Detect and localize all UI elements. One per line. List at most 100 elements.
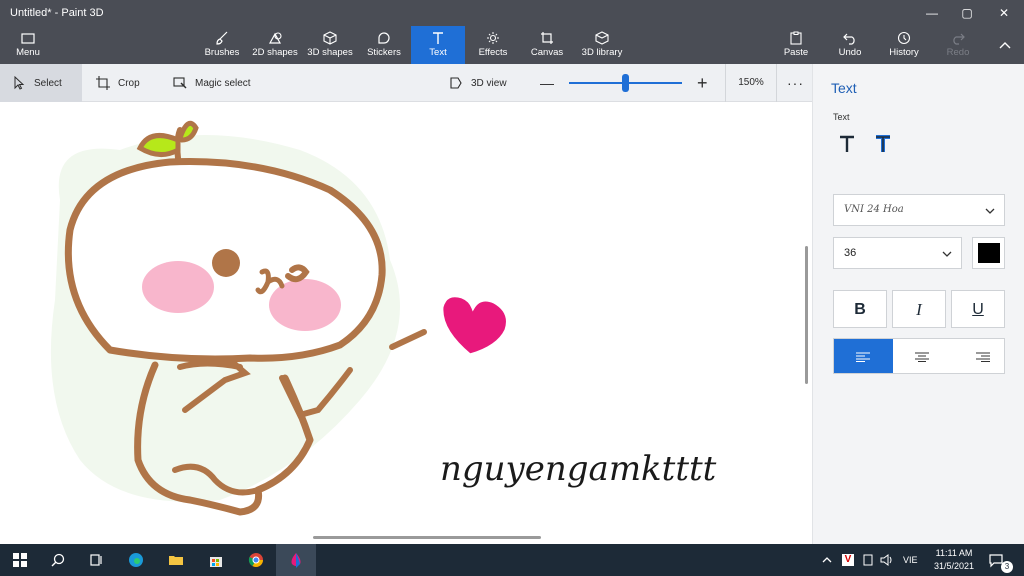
show-hidden-icons-button[interactable]: [822, 544, 832, 576]
collapse-ribbon-button[interactable]: [992, 26, 1018, 64]
volume-button[interactable]: [880, 544, 894, 576]
2d-text-button[interactable]: [837, 134, 861, 156]
horizontal-scrollbar[interactable]: [313, 536, 541, 539]
file-explorer-button[interactable]: [156, 544, 196, 576]
doodle-drawing[interactable]: nguyengamktttt: [0, 102, 812, 544]
tool-effects[interactable]: Effects: [474, 26, 512, 64]
maximize-button[interactable]: ▢: [957, 4, 977, 22]
text-color-button[interactable]: [972, 237, 1005, 269]
window-title: Untitled* - Paint 3D: [10, 7, 104, 19]
chevron-down-icon: [985, 208, 995, 214]
bold-button[interactable]: B: [833, 290, 887, 328]
store-icon: [210, 557, 222, 567]
folder-icon: [169, 556, 183, 565]
magic-select-button[interactable]: Magic select: [173, 64, 251, 102]
device-icon: [863, 554, 873, 566]
zoom-out-button[interactable]: —: [540, 64, 554, 102]
input-language-button[interactable]: VIE: [903, 544, 918, 576]
italic-button[interactable]: I: [892, 290, 946, 328]
align-center-button[interactable]: [893, 339, 950, 373]
tool-brushes[interactable]: Brushes: [202, 26, 242, 64]
edge-icon: [129, 553, 143, 567]
tray-device-button[interactable]: [862, 544, 874, 576]
color-swatch: [978, 243, 1000, 263]
heart-shape: [440, 294, 509, 357]
notifications-button[interactable]: 3: [988, 544, 1014, 576]
cube-icon: [323, 31, 337, 45]
font-size-select[interactable]: 36: [833, 237, 962, 269]
undo-button[interactable]: Undo: [834, 26, 866, 64]
store-app-button[interactable]: [196, 544, 236, 576]
clipboard-icon: [790, 31, 802, 45]
zoom-in-button[interactable]: +: [697, 64, 708, 102]
undo-icon: [843, 33, 855, 45]
sticker-icon: [378, 32, 390, 44]
tool-2d-shapes[interactable]: 2D shapes: [252, 26, 298, 64]
search-button[interactable]: [38, 544, 78, 576]
redo-button[interactable]: Redo: [942, 26, 974, 64]
windows-icon: [13, 553, 27, 567]
chevron-up-icon: [822, 557, 832, 563]
cursor-icon: [14, 76, 25, 90]
3d-text-button[interactable]: [873, 134, 897, 156]
3d-view-button[interactable]: 3D view: [449, 64, 507, 102]
text-3d-icon: [876, 135, 890, 152]
vietkey-tray-button[interactable]: V: [842, 544, 854, 576]
history-button[interactable]: History: [885, 26, 923, 64]
edge-app-button[interactable]: [116, 544, 156, 576]
chevron-up-icon: [999, 42, 1011, 49]
crop-button[interactable]: Crop: [96, 64, 140, 102]
speaker-icon: [880, 554, 892, 566]
vietkey-icon: V: [842, 554, 854, 566]
taskbar: V VIE 11:11 AM 31/5/2021 3: [0, 544, 1024, 576]
menu-button[interactable]: Menu: [8, 26, 48, 64]
3d-view-icon: [450, 77, 462, 89]
more-options-button[interactable]: ···: [787, 64, 804, 102]
sun-icon: [487, 32, 499, 44]
align-left-icon: [856, 352, 870, 362]
paste-button[interactable]: Paste: [780, 26, 812, 64]
underline-button[interactable]: U: [951, 290, 1005, 328]
zoom-slider[interactable]: [569, 74, 682, 92]
magic-select-icon: [173, 77, 187, 89]
history-icon: [897, 31, 911, 45]
sub-toolbar: Select Crop Magic select 3D view — + 150…: [0, 64, 812, 102]
paint3d-icon: [291, 553, 301, 568]
chrome-app-button[interactable]: [236, 544, 276, 576]
crop-icon: [96, 76, 110, 90]
start-button[interactable]: [0, 544, 40, 576]
2d-shapes-icon: [268, 32, 282, 44]
clock[interactable]: 11:11 AM 31/5/2021: [926, 544, 982, 576]
search-icon: [51, 553, 65, 567]
chevron-down-icon: [942, 251, 952, 257]
text-icon: [433, 32, 443, 44]
tool-3d-library[interactable]: 3D library: [578, 26, 626, 64]
select-button[interactable]: Select: [0, 64, 82, 102]
panel-subtitle: Text: [833, 112, 850, 122]
left-cheek: [142, 261, 214, 313]
close-button[interactable]: ✕: [994, 4, 1014, 22]
folder-icon: [21, 33, 35, 44]
notification-count-badge: 3: [1001, 561, 1013, 573]
paint3d-app-button[interactable]: [276, 544, 316, 576]
align-left-button[interactable]: [834, 339, 893, 373]
drawing-canvas[interactable]: nguyengamktttt: [0, 102, 812, 544]
tool-text[interactable]: Text: [411, 26, 465, 64]
vertical-scrollbar[interactable]: [805, 246, 808, 384]
panel-title: Text: [831, 80, 857, 96]
chrome-icon: [248, 553, 263, 567]
zoom-slider-thumb[interactable]: [622, 74, 629, 92]
tool-3d-shapes[interactable]: 3D shapes: [306, 26, 354, 64]
zoom-percent-box[interactable]: 150%: [725, 64, 777, 102]
task-view-button[interactable]: [76, 544, 116, 576]
tool-canvas[interactable]: Canvas: [528, 26, 566, 64]
title-bar: Untitled* - Paint 3D — ▢ ✕: [0, 0, 1024, 26]
minimize-button[interactable]: —: [922, 4, 942, 22]
tool-stickers[interactable]: Stickers: [364, 26, 404, 64]
signature-text[interactable]: nguyengamktttt: [440, 449, 717, 489]
canvas-icon: [541, 32, 553, 44]
align-right-button[interactable]: [950, 339, 1004, 373]
font-family-select[interactable]: VNI 24 Hoa: [833, 194, 1005, 226]
text-panel: Text Text VNI 24 Hoa 36 B I U: [812, 64, 1024, 544]
leaf-left: [136, 133, 181, 157]
